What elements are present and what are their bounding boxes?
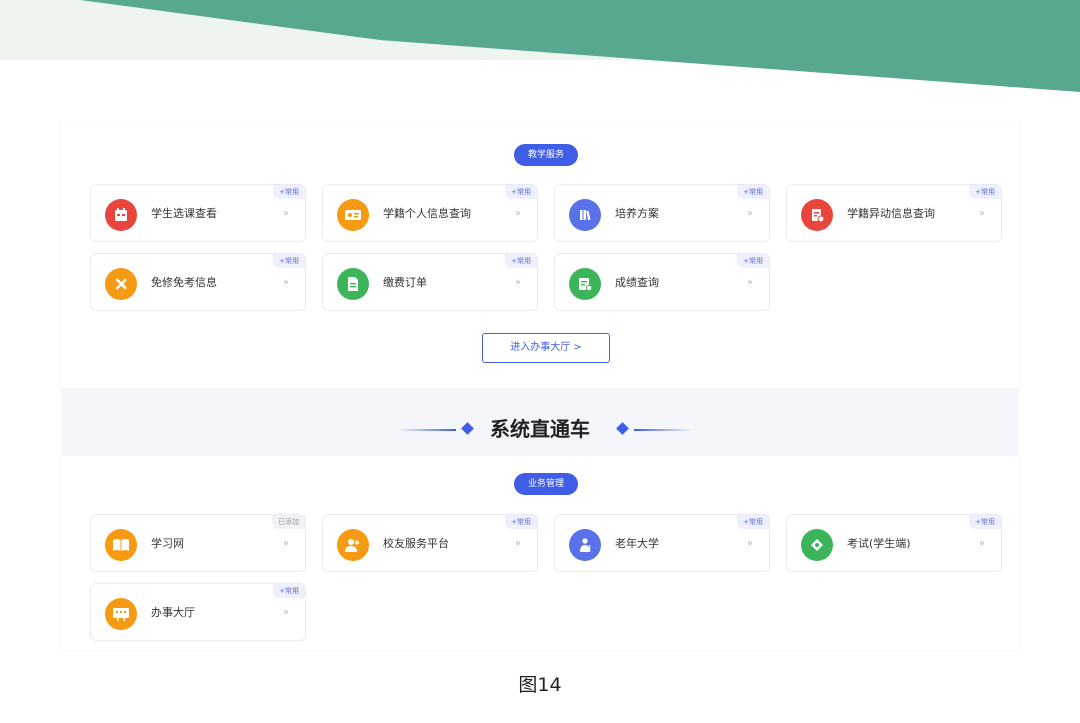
card-exemption[interactable]: 免修免考信息 » +常用 — [90, 253, 306, 311]
section-title: 系统直通车 — [490, 417, 590, 441]
document-change-icon — [801, 199, 833, 231]
enter-service-hall-button[interactable]: 进入办事大厅 > — [482, 333, 610, 363]
add-common-tag[interactable]: +常用 — [737, 515, 769, 529]
card-label: 学籍个人信息查询 — [383, 207, 471, 220]
card-label: 学习网 — [151, 537, 184, 550]
books-icon — [569, 199, 601, 231]
added-tag[interactable]: 已添加 — [272, 515, 305, 529]
card-service-hall[interactable]: 办事大厅 » +常用 — [90, 583, 306, 641]
card-label: 免修免考信息 — [151, 276, 217, 289]
add-common-tag[interactable]: +常用 — [273, 584, 305, 598]
card-training-plan[interactable]: 培养方案 » +常用 — [554, 184, 770, 242]
card-label: 老年大学 — [615, 537, 659, 550]
add-common-tag[interactable]: +常用 — [505, 254, 537, 268]
alumni-icon — [337, 529, 369, 561]
figure-caption: 图14 — [518, 674, 562, 696]
grade-sheet-icon — [569, 268, 601, 300]
id-card-icon — [337, 199, 369, 231]
add-common-tag[interactable]: +常用 — [273, 254, 305, 268]
title-line-left — [398, 429, 456, 431]
card-student-course[interactable]: 学生选课查看 » +常用 — [90, 184, 306, 242]
business-management-pill[interactable]: 业务管理 — [513, 473, 579, 495]
card-exam-student[interactable]: 考试(学生端) » +常用 — [786, 514, 1002, 572]
card-label: 学籍异动信息查询 — [847, 207, 935, 220]
tools-icon — [105, 268, 137, 300]
card-label: 缴费订单 — [383, 276, 427, 289]
card-personal-info[interactable]: 学籍个人信息查询 » +常用 — [322, 184, 538, 242]
card-label: 考试(学生端) — [847, 537, 911, 550]
teaching-service-pill[interactable]: 教学服务 — [513, 144, 579, 166]
card-label: 校友服务平台 — [383, 537, 449, 550]
service-hall-icon — [105, 598, 137, 630]
card-status-change[interactable]: 学籍异动信息查询 » +常用 — [786, 184, 1002, 242]
order-doc-icon — [337, 268, 369, 300]
add-common-tag[interactable]: +常用 — [969, 515, 1001, 529]
add-common-tag[interactable]: +常用 — [505, 515, 537, 529]
calendar-icon — [105, 199, 137, 231]
exam-icon — [801, 529, 833, 561]
card-label: 办事大厅 — [151, 606, 195, 619]
card-label: 培养方案 — [615, 207, 659, 220]
add-common-tag[interactable]: +常用 — [273, 185, 305, 199]
add-common-tag[interactable]: +常用 — [505, 185, 537, 199]
card-payment-order[interactable]: 缴费订单 » +常用 — [322, 253, 538, 311]
card-label: 学生选课查看 — [151, 207, 217, 220]
elder-person-icon — [569, 529, 601, 561]
card-alumni-platform[interactable]: 校友服务平台 » +常用 — [322, 514, 538, 572]
header-banner — [0, 0, 1080, 92]
add-common-tag[interactable]: +常用 — [969, 185, 1001, 199]
add-common-tag[interactable]: +常用 — [737, 185, 769, 199]
card-learning-net[interactable]: 学习网 » 已添加 — [90, 514, 306, 572]
book-icon — [105, 529, 137, 561]
add-common-tag[interactable]: +常用 — [737, 254, 769, 268]
title-line-right — [634, 429, 692, 431]
card-grade-query[interactable]: 成绩查询 » +常用 — [554, 253, 770, 311]
card-label: 成绩查询 — [615, 276, 659, 289]
card-elder-university[interactable]: 老年大学 » +常用 — [554, 514, 770, 572]
